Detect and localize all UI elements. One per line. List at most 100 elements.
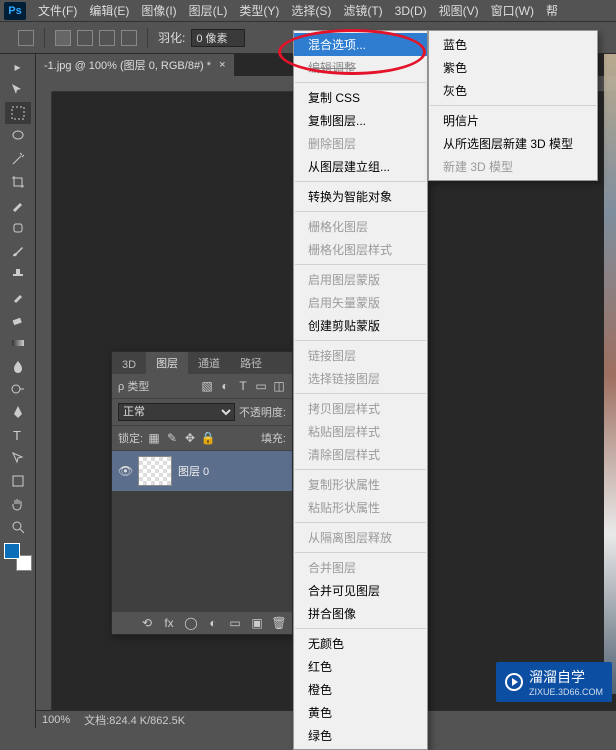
move-tool[interactable]: [5, 79, 31, 101]
mi-item[interactable]: 复制图层...: [294, 109, 427, 132]
filter-kind-label: ρ 类型: [118, 378, 149, 394]
eyedropper-tool[interactable]: [5, 194, 31, 216]
mi-item[interactable]: 紫色: [429, 56, 597, 79]
menu-help[interactable]: 帮: [546, 2, 558, 19]
zoom-level[interactable]: 100%: [42, 714, 70, 726]
menu-filter[interactable]: 滤镜(T): [343, 2, 382, 19]
mi-item[interactable]: 黄色: [294, 701, 427, 724]
zoom-tool[interactable]: [5, 516, 31, 538]
tab-channels[interactable]: 通道: [188, 352, 230, 374]
menu-edit[interactable]: 编辑(E): [89, 2, 129, 19]
mi-item[interactable]: 灰色: [429, 79, 597, 102]
mi-item[interactable]: 明信片: [429, 109, 597, 132]
mask-icon[interactable]: ◯: [184, 616, 198, 630]
path-select-tool[interactable]: [5, 447, 31, 469]
healing-tool[interactable]: [5, 217, 31, 239]
tool-preset-icon[interactable]: [18, 30, 34, 46]
layer-thumbnail[interactable]: [138, 456, 172, 486]
filter-type-icon[interactable]: T: [236, 379, 250, 393]
color-swatches[interactable]: [4, 543, 32, 571]
lock-label: 锁定:: [118, 430, 143, 446]
mi-item: 清除图层样式: [294, 443, 427, 466]
mi-item[interactable]: 从图层建立组...: [294, 155, 427, 178]
gradient-tool[interactable]: [5, 332, 31, 354]
menu-file[interactable]: 文件(F): [38, 2, 77, 19]
tab-layers[interactable]: 图层: [146, 352, 188, 374]
type-tool[interactable]: T: [5, 424, 31, 446]
panel-footer: ⟲ fx ◯ ◐ ▭ ▣ 🗑: [112, 611, 292, 634]
docinfo-value: 824.4 K/862.5K: [109, 715, 185, 727]
wand-tool[interactable]: [5, 148, 31, 170]
adjustment-icon[interactable]: ◐: [206, 616, 220, 630]
mi-item[interactable]: 蓝色: [429, 33, 597, 56]
add-selection-icon[interactable]: [77, 30, 93, 46]
lock-all-icon[interactable]: 🔒: [201, 431, 215, 445]
stamp-tool[interactable]: [5, 263, 31, 285]
filter-image-icon[interactable]: ▧: [200, 379, 214, 393]
layer-row[interactable]: 👁 图层 0: [112, 451, 292, 491]
mi-item[interactable]: 从所选图层新建 3D 模型: [429, 132, 597, 155]
blur-tool[interactable]: [5, 355, 31, 377]
mi-item: 复制形状属性: [294, 473, 427, 496]
link-layers-icon[interactable]: ⟲: [140, 616, 154, 630]
mi-item[interactable]: 拼合图像: [294, 602, 427, 625]
new-layer-icon[interactable]: ▣: [250, 616, 264, 630]
filter-shape-icon[interactable]: ▭: [254, 379, 268, 393]
mi-blending-options[interactable]: 混合选项...: [294, 33, 427, 56]
subtract-selection-icon[interactable]: [99, 30, 115, 46]
trash-icon[interactable]: 🗑: [272, 616, 286, 630]
svg-text:T: T: [13, 428, 21, 443]
pen-tool[interactable]: [5, 401, 31, 423]
mi-item[interactable]: 复制 CSS: [294, 86, 427, 109]
lasso-tool[interactable]: [5, 125, 31, 147]
lock-transparent-icon[interactable]: ▦: [147, 431, 161, 445]
ruler-vertical[interactable]: [36, 92, 52, 710]
document-tab[interactable]: -1.jpg @ 100% (图层 0, RGB/8#) * ×: [36, 54, 235, 76]
menu-type[interactable]: 类型(Y): [239, 2, 279, 19]
filter-smart-icon[interactable]: ◫: [272, 379, 286, 393]
mi-item[interactable]: 绿色: [294, 724, 427, 747]
mi-item[interactable]: 红色: [294, 655, 427, 678]
mi-item[interactable]: 转换为智能对象: [294, 185, 427, 208]
foreground-color[interactable]: [4, 543, 20, 559]
tab-paths[interactable]: 路径: [230, 352, 272, 374]
mi-item: 新建 3D 模型: [429, 155, 597, 178]
expand-icon[interactable]: ▸: [5, 56, 31, 78]
menu-3d[interactable]: 3D(D): [395, 4, 427, 18]
tab-3d[interactable]: 3D: [112, 356, 146, 374]
menu-select[interactable]: 选择(S): [291, 2, 331, 19]
close-icon[interactable]: ×: [219, 59, 225, 71]
eraser-tool[interactable]: [5, 309, 31, 331]
mi-item[interactable]: 创建剪贴蒙版: [294, 314, 427, 337]
menu-image[interactable]: 图像(I): [141, 2, 176, 19]
mi-item[interactable]: 合并可见图层: [294, 579, 427, 602]
layer-list: 👁 图层 0: [112, 451, 292, 611]
mi-item[interactable]: 无颜色: [294, 632, 427, 655]
crop-tool[interactable]: [5, 171, 31, 193]
history-brush-tool[interactable]: [5, 286, 31, 308]
ruler-corner: [36, 76, 52, 92]
feather-input[interactable]: [191, 29, 245, 47]
mi-item: 启用图层蒙版: [294, 268, 427, 291]
group-icon[interactable]: ▭: [228, 616, 242, 630]
dodge-tool[interactable]: [5, 378, 31, 400]
mi-edit-adjustment[interactable]: 编辑调整: [294, 56, 427, 79]
menu-layer[interactable]: 图层(L): [189, 2, 228, 19]
intersect-selection-icon[interactable]: [121, 30, 137, 46]
fx-icon[interactable]: fx: [162, 616, 176, 630]
menu-window[interactable]: 窗口(W): [491, 2, 534, 19]
filter-adjust-icon[interactable]: ◐: [218, 379, 232, 393]
hand-tool[interactable]: [5, 493, 31, 515]
lock-pixels-icon[interactable]: ✎: [165, 431, 179, 445]
layer-name[interactable]: 图层 0: [178, 463, 209, 479]
brush-tool[interactable]: [5, 240, 31, 262]
blend-mode-select[interactable]: 正常: [118, 403, 235, 421]
image-edge: [604, 54, 616, 694]
new-selection-icon[interactable]: [55, 30, 71, 46]
menu-view[interactable]: 视图(V): [439, 2, 479, 19]
shape-tool[interactable]: [5, 470, 31, 492]
marquee-tool[interactable]: [5, 102, 31, 124]
mi-item[interactable]: 橙色: [294, 678, 427, 701]
lock-position-icon[interactable]: ✥: [183, 431, 197, 445]
visibility-icon[interactable]: 👁: [118, 464, 132, 478]
